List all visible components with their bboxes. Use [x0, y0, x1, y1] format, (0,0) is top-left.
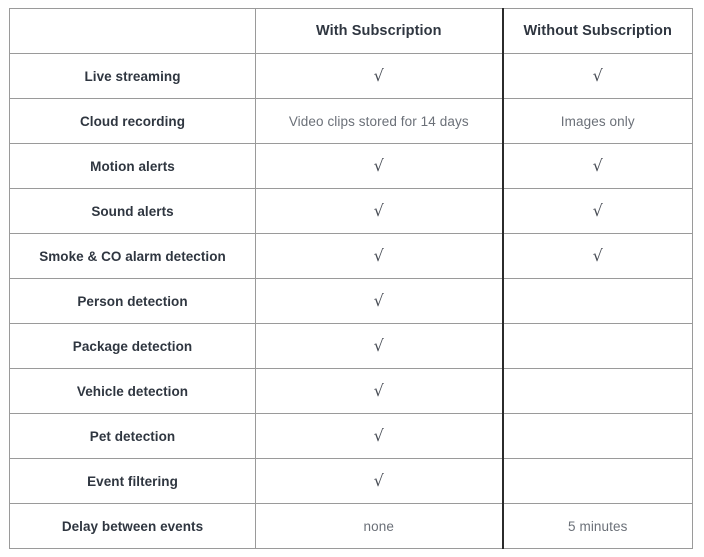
- cell-with-subscription-check: √: [255, 188, 503, 234]
- cell-with-subscription-check: √: [255, 323, 503, 369]
- cell-with-subscription-text: none: [255, 503, 503, 549]
- cell-without-subscription-empty: [501, 323, 693, 369]
- table-header: With Subscription Without Subscription: [9, 8, 693, 54]
- cell-with-subscription-text: Video clips stored for 14 days: [255, 98, 503, 144]
- checkmark-icon: √: [373, 156, 384, 175]
- feature-label: Cloud recording: [9, 98, 256, 144]
- column-header-feature: [9, 8, 256, 54]
- checkmark-icon: √: [373, 291, 384, 310]
- cell-without-subscription-empty: [501, 413, 693, 459]
- cell-without-subscription-empty: [501, 458, 693, 504]
- feature-label: Pet detection: [9, 413, 256, 459]
- checkmark-icon: √: [373, 381, 384, 400]
- feature-label: Live streaming: [9, 53, 256, 99]
- cell-with-subscription-check: √: [255, 233, 503, 279]
- comparison-table-wrapper: With Subscription Without Subscription L…: [9, 8, 693, 549]
- feature-label: Motion alerts: [9, 143, 256, 189]
- feature-label: Sound alerts: [9, 188, 256, 234]
- checkmark-icon: √: [373, 471, 384, 490]
- cell-without-subscription-check: √: [501, 143, 693, 189]
- cell-without-subscription-text: Images only: [501, 98, 693, 144]
- column-header-with-subscription: With Subscription: [255, 8, 503, 54]
- table-row: Cloud recording Video clips stored for 14…: [9, 98, 693, 144]
- checkmark-icon: √: [592, 246, 603, 265]
- table-row: Person detection √: [9, 278, 693, 324]
- feature-label: Vehicle detection: [9, 368, 256, 414]
- table-row: Smoke & CO alarm detection √ √: [9, 233, 693, 279]
- cell-with-subscription-check: √: [255, 278, 503, 324]
- checkmark-icon: √: [373, 66, 384, 85]
- table-row: Motion alerts √ √: [9, 143, 693, 189]
- checkmark-icon: √: [592, 66, 603, 85]
- cell-without-subscription-check: √: [501, 233, 693, 279]
- table-row: Sound alerts √ √: [9, 188, 693, 234]
- checkmark-icon: √: [373, 336, 384, 355]
- table-row: Delay between events none 5 minutes: [9, 503, 693, 549]
- feature-label: Person detection: [9, 278, 256, 324]
- table-row: Event filtering √: [9, 458, 693, 504]
- cell-without-subscription-empty: [501, 278, 693, 324]
- cell-without-subscription-check: √: [501, 188, 693, 234]
- column-header-without-subscription: Without Subscription: [501, 8, 693, 54]
- cell-without-subscription-check: √: [501, 53, 693, 99]
- table-body: Live streaming √ √ Cloud recording Video cli…: [9, 53, 693, 549]
- cell-with-subscription-check: √: [255, 368, 503, 414]
- checkmark-icon: √: [592, 201, 603, 220]
- checkmark-icon: √: [373, 246, 384, 265]
- checkmark-icon: √: [592, 156, 603, 175]
- table-row: Live streaming √ √: [9, 53, 693, 99]
- cell-with-subscription-check: √: [255, 143, 503, 189]
- checkmark-icon: √: [373, 426, 384, 445]
- feature-label: Package detection: [9, 323, 256, 369]
- feature-label: Delay between events: [9, 503, 256, 549]
- cell-with-subscription-check: √: [255, 413, 503, 459]
- cell-with-subscription-check: √: [255, 458, 503, 504]
- subscription-comparison-table: With Subscription Without Subscription L…: [9, 8, 693, 549]
- cell-without-subscription-empty: [501, 368, 693, 414]
- table-row: Package detection √: [9, 323, 693, 369]
- table-header-row: With Subscription Without Subscription: [9, 8, 693, 54]
- table-row: Vehicle detection √: [9, 368, 693, 414]
- table-row: Pet detection √: [9, 413, 693, 459]
- cell-with-subscription-check: √: [255, 53, 503, 99]
- feature-label: Event filtering: [9, 458, 256, 504]
- cell-without-subscription-text: 5 minutes: [501, 503, 693, 549]
- feature-label: Smoke & CO alarm detection: [9, 233, 256, 279]
- checkmark-icon: √: [373, 201, 384, 220]
- page-root: With Subscription Without Subscription L…: [0, 0, 704, 557]
